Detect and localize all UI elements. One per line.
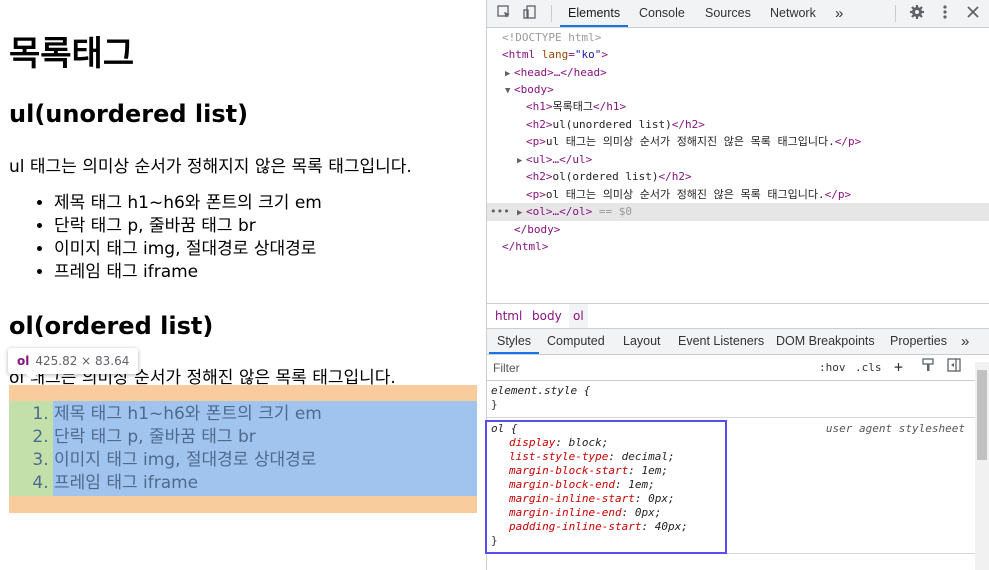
collapse-triangle-icon[interactable]: ▼ [505,83,510,101]
styles-filterbar: :hov .cls + [487,355,989,381]
tooltip-tag: ol [17,354,30,368]
styles-subtabs: Styles Computed Layout Event Listeners D… [487,329,989,355]
more-subtabs-icon[interactable]: » [961,329,969,354]
dom-h2-ul[interactable]: <h2>ul(unordered list)</h2> [526,116,989,134]
ol-rule-selector[interactable]: ol {user agent stylesheet [491,422,971,436]
hov-button[interactable]: :hov [819,359,846,376]
list-item: 이미지 태그 img, 절대경로 상대경로 [54,238,322,261]
dom-h2-ol[interactable]: <h2>ol(ordered list)</h2> [526,168,989,186]
dom-html-open[interactable]: <html lang="ko"> [502,46,989,64]
tab-network[interactable]: Network [770,0,816,27]
toolbar-divider [895,5,896,22]
list-item: 이미지 태그 img, 절대경로 상대경로 [54,449,322,472]
tab-event-listeners[interactable]: Event Listeners [678,329,764,354]
breadcrumb: html body ol [487,303,989,329]
tab-computed[interactable]: Computed [547,329,605,354]
list-item: 프레임 태그 iframe [54,472,322,495]
tab-styles[interactable]: Styles [488,329,540,354]
tab-elements[interactable]: Elements [559,0,629,27]
paint-brush-icon[interactable] [919,358,937,376]
dom-ul[interactable]: <ul>…</ul> [526,151,989,169]
dom-tree: <!DOCTYPE html> <html lang="ko"> ▶ <head… [487,28,989,302]
list-item: 단락 태그 p, 줄바꿈 태그 br [54,426,322,449]
dom-body-open[interactable]: <body> [514,81,989,99]
page-viewport: 목록태그 ul(unordered list) ul 태그는 의미상 순서가 정… [0,0,486,570]
dom-ol[interactable]: <ol>…</ol> == $0 [526,203,926,221]
css-declaration[interactable]: margin-block-end: 1em; [509,478,989,492]
cls-button[interactable]: .cls [855,359,882,376]
toggle-sidebar-icon[interactable] [945,358,963,376]
breadcrumb-body[interactable]: body [528,304,566,328]
page-heading-1: 목록태그 [9,34,135,74]
paragraph-ul: ul 태그는 의미상 순서가 정해지지 않은 목록 태그입니다. [9,157,412,177]
scrollbar-thumb[interactable] [977,370,987,460]
toolbar-divider [551,5,552,22]
row-actions-icon[interactable]: ••• [490,203,510,221]
new-style-rule-button[interactable]: + [894,359,903,376]
tooltip-size: 425.82 × 83.64 [35,354,130,368]
css-declaration[interactable]: list-style-type: decimal; [509,450,989,464]
heading-ol: ol(ordered list) [9,312,214,340]
tab-sources[interactable]: Sources [705,0,751,27]
ordered-list: 제목 태그 h1~h6와 폰트의 크기 em 단락 태그 p, 줄바꿈 태그 b… [0,403,322,495]
breadcrumb-ol[interactable]: ol [569,304,588,328]
css-declaration[interactable]: margin-block-start: 1em; [509,464,989,478]
device-toolbar-icon[interactable] [521,4,539,22]
dom-doctype[interactable]: <!DOCTYPE html> [502,29,989,47]
rule-separator [487,417,975,418]
inspect-element-icon[interactable] [495,4,513,22]
filter-input[interactable] [493,359,803,376]
unordered-list: 제목 태그 h1~h6와 폰트의 크기 em 단락 태그 p, 줄바꿈 태그 b… [0,192,322,284]
list-item: 단락 태그 p, 줄바꿈 태그 br [54,215,322,238]
tab-layout[interactable]: Layout [623,329,661,354]
list-item: 제목 태그 h1~h6와 폰트의 크기 em [54,192,322,215]
heading-ul: ul(unordered list) [9,100,249,128]
rule-source: user agent stylesheet [825,422,965,435]
dom-html-close[interactable]: </html> [502,238,989,256]
expand-triangle-icon[interactable]: ▶ [517,205,522,223]
more-tabs-icon[interactable]: » [835,0,843,27]
css-declaration[interactable]: padding-inline-start: 40px; [509,520,989,534]
tooltip-arrow [26,374,38,380]
list-item: 제목 태그 h1~h6와 폰트의 크기 em [54,403,322,426]
expand-triangle-icon[interactable]: ▶ [505,66,510,84]
gear-icon[interactable] [908,4,926,22]
css-declaration[interactable]: margin-inline-end: 0px; [509,506,989,520]
styles-scrollbar[interactable] [975,362,989,570]
dom-body-close[interactable]: </body> [514,221,989,239]
devtools-tabbar: Elements Console Sources Network » [487,0,989,28]
tab-properties[interactable]: Properties [890,329,947,354]
kebab-menu-icon[interactable] [936,4,954,22]
ol-rule-close: } [491,534,498,547]
dom-p-ul[interactable]: <p>ul 태그는 의미상 순서가 정해지진 않은 목록 태그입니다.</p> [526,133,989,151]
list-item: 프레임 태그 iframe [54,261,322,284]
devtools-panel: Elements Console Sources Network » <!DOC… [486,0,989,570]
styles-pane: element.style { } ol {user agent stylesh… [487,381,975,570]
tab-dom-breakpoints[interactable]: DOM Breakpoints [776,329,875,354]
rule-separator [487,553,975,554]
close-icon[interactable] [964,4,982,22]
expand-triangle-icon[interactable]: ▶ [517,153,522,171]
dom-h1[interactable]: <h1>목록태그</h1> [526,98,989,116]
element-style-rule[interactable]: element.style { [491,384,971,398]
dom-head[interactable]: <head>…</head> [514,64,989,82]
css-declaration[interactable]: margin-inline-start: 0px; [509,492,989,506]
dom-p-ol[interactable]: <p>ol 태그는 의미상 순서가 정해진 않은 목록 태그입니다.</p> [526,186,989,204]
tab-console[interactable]: Console [639,0,685,27]
breadcrumb-html[interactable]: html [491,304,526,328]
element-style-close: } [491,398,498,411]
css-declaration[interactable]: display: block; [509,436,989,450]
inspect-tooltip: ol 425.82 × 83.64 [8,348,139,380]
